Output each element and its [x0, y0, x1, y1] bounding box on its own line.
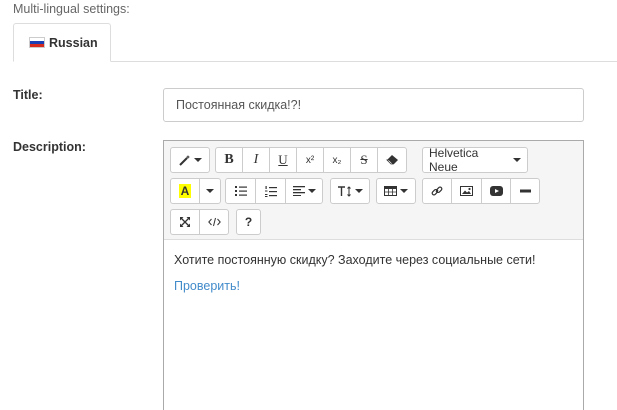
help-group: ? [236, 209, 261, 235]
help-icon: ? [244, 215, 253, 229]
ordered-list-button[interactable] [255, 178, 286, 204]
font-name-value: Helvetica Neue [429, 146, 479, 174]
picture-icon [460, 186, 473, 196]
underline-icon: U [278, 152, 288, 167]
editor-paragraph: Хотите постоянную скидку? Заходите через… [174, 253, 536, 267]
video-button[interactable] [481, 178, 511, 204]
align-dropdown[interactable] [285, 178, 323, 204]
check-link[interactable]: Проверить! [174, 279, 240, 293]
line-height-icon [337, 185, 351, 197]
fullscreen-icon [180, 217, 190, 227]
ordered-list-icon [264, 185, 277, 197]
title-input[interactable] [163, 88, 584, 122]
font-name-group: Helvetica Neue [422, 146, 528, 174]
horizontal-rule-icon [519, 189, 531, 193]
link-button[interactable] [422, 178, 452, 204]
align-icon [292, 186, 305, 196]
help-button[interactable]: ? [236, 209, 261, 235]
editor-toolbar: B I U x² x₂ S Helvetica Neue A ? [164, 141, 583, 240]
superscript-button[interactable]: x² [296, 147, 324, 173]
chevron-down-icon [400, 189, 408, 193]
strikethrough-button[interactable]: S [350, 147, 378, 173]
chevron-down-icon [307, 189, 316, 193]
superscript-icon: x² [305, 154, 315, 166]
title-label: Title: [13, 88, 43, 102]
bold-button[interactable]: B [215, 147, 243, 173]
color-dropdown[interactable] [199, 178, 221, 204]
chevron-down-icon [513, 158, 521, 162]
strikethrough-icon: S [360, 152, 368, 167]
style-button[interactable] [170, 147, 210, 173]
style-group [170, 147, 210, 173]
multilingual-settings-label: Multi-lingual settings: [13, 2, 130, 16]
eraser-icon [385, 155, 398, 165]
subscript-icon: x₂ [332, 154, 342, 166]
line-height-group [330, 178, 370, 204]
clear-format-button[interactable] [377, 147, 407, 173]
recent-color-button[interactable]: A [170, 178, 200, 204]
horizontal-rule-button[interactable] [510, 178, 540, 204]
insert-group [422, 178, 540, 204]
fullscreen-button[interactable] [170, 209, 200, 235]
tab-russian[interactable]: Russian [13, 23, 111, 62]
magic-icon [178, 155, 190, 166]
link-icon [431, 186, 443, 196]
description-label: Description: [13, 140, 86, 154]
italic-button[interactable]: I [242, 147, 270, 173]
line-height-dropdown[interactable] [330, 178, 370, 204]
subscript-button[interactable]: x₂ [323, 147, 351, 173]
unordered-list-button[interactable] [225, 178, 256, 204]
table-icon [384, 186, 397, 196]
chevron-down-icon [193, 158, 202, 162]
video-icon [489, 186, 503, 196]
unordered-list-icon [234, 186, 247, 196]
font-color-icon: A [178, 184, 192, 198]
table-group [376, 178, 416, 204]
view-group [170, 209, 229, 235]
chevron-down-icon [206, 189, 214, 193]
chevron-down-icon [354, 189, 363, 193]
editor-content[interactable]: Хотите постоянную скидку? Заходите через… [164, 240, 583, 318]
russian-flag-icon [29, 37, 45, 48]
font-style-group: B I U x² x₂ S [215, 147, 407, 173]
picture-button[interactable] [451, 178, 482, 204]
tab-russian-label: Russian [49, 35, 98, 50]
bold-icon: B [224, 152, 234, 167]
underline-button[interactable]: U [269, 147, 297, 173]
italic-icon: I [253, 152, 259, 167]
code-view-button[interactable] [199, 209, 229, 235]
font-name-dropdown[interactable]: Helvetica Neue [422, 146, 528, 174]
code-view-icon [207, 217, 221, 227]
description-editor: B I U x² x₂ S Helvetica Neue A ? Хотите … [163, 140, 584, 410]
table-dropdown[interactable] [376, 178, 416, 204]
color-group: A [170, 178, 221, 204]
language-tabs: Russian [13, 23, 617, 62]
paragraph-group [225, 178, 323, 204]
